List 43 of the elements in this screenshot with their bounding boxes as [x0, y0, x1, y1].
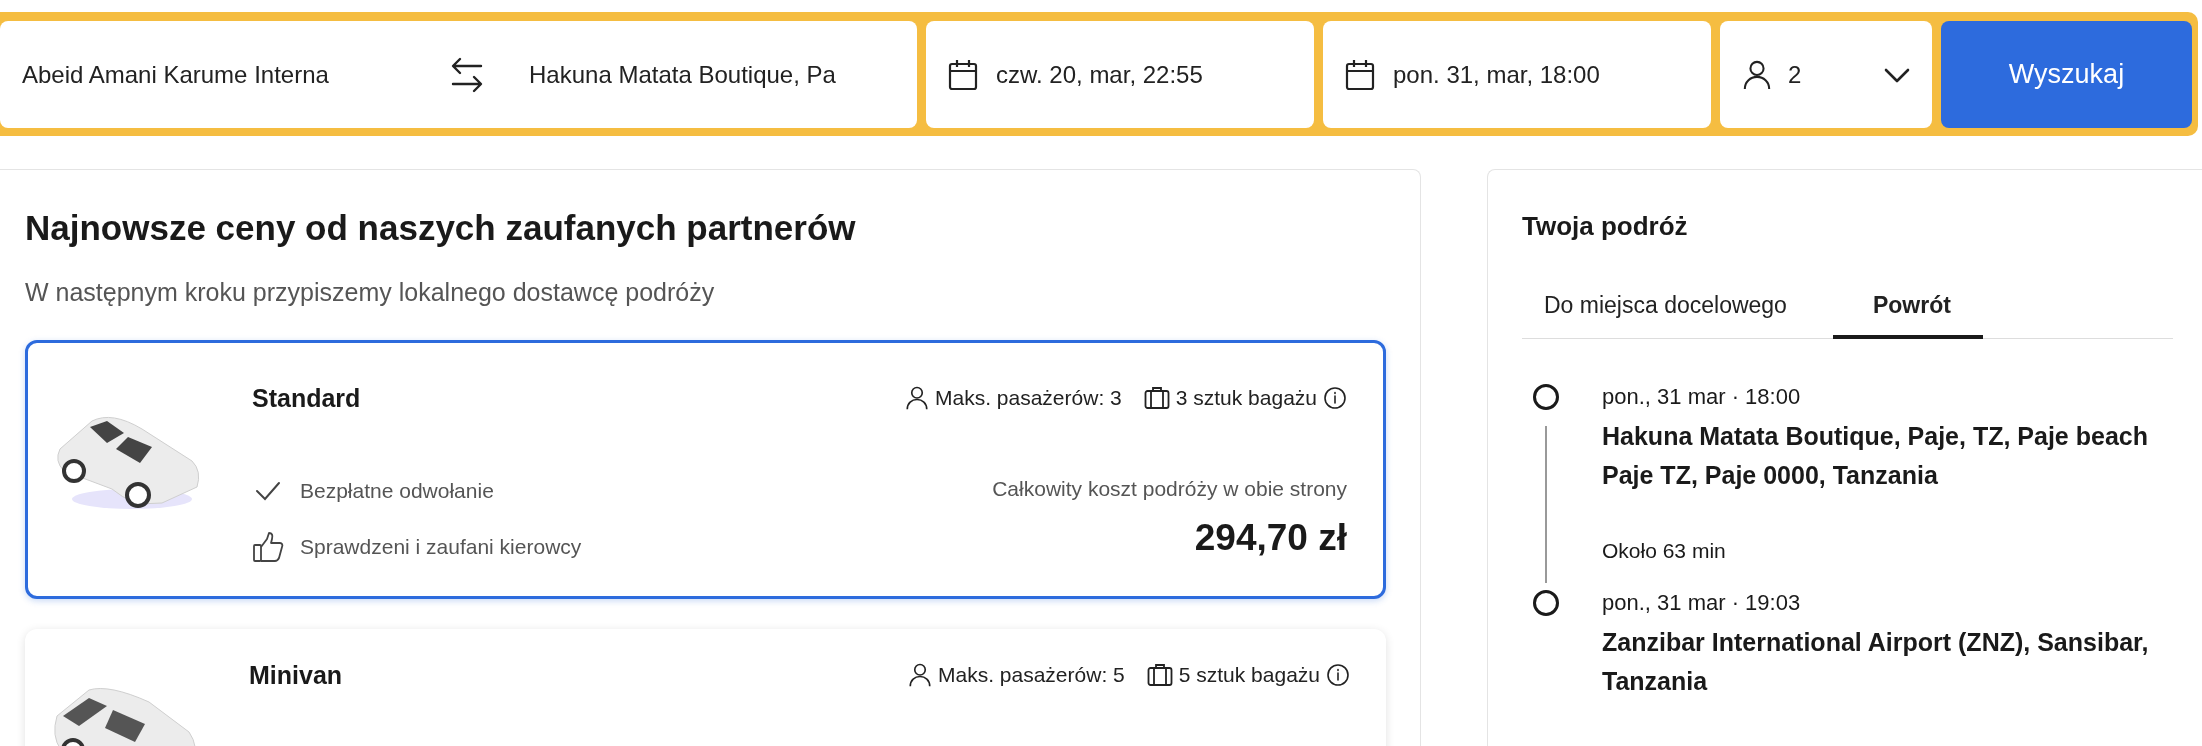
suitcase-icon	[1146, 663, 1173, 687]
luggage-count: 3 sztuk bagażu	[1175, 386, 1317, 410]
timeline-stop-icon	[1533, 590, 1559, 616]
vehicle-class: Standard	[252, 383, 361, 413]
results-subtitle: W następnym kroku przypiszemy lokalnego dostawcę podróży	[25, 277, 716, 308]
stop-place: Zanzibar International Airport (ZNZ), Sansibar, Tanzania	[1602, 627, 2150, 697]
feature-text: Sprawdzeni i zaufani kierowcy	[300, 535, 582, 559]
luggage-count: 5 sztuk bagażu	[1178, 663, 1320, 687]
max-passengers: Maks. pasażerów: 5	[938, 663, 1125, 687]
travel-duration: Około 63 min	[1602, 538, 1727, 564]
person-icon	[905, 386, 929, 410]
stop-time: pon., 31 mar · 19:03	[1602, 589, 1802, 617]
stop-place: Hakuna Matata Boutique, Paje, TZ, Paje beach Paje TZ, Paje 0000, Tanzania	[1602, 421, 2149, 491]
chevron-down-icon[interactable]	[1884, 66, 1910, 83]
return-date-field[interactable]: pon. 31, mar, 18:00	[1323, 21, 1711, 128]
stop-time: pon., 31 mar · 18:00	[1602, 383, 1802, 411]
info-icon[interactable]	[1323, 386, 1347, 410]
person-icon	[1742, 59, 1772, 90]
price: 294,70 zł	[1193, 517, 1347, 559]
search-button[interactable]: Wyszukaj	[1941, 21, 2192, 128]
trip-tab[interactable]: Powrót	[1832, 278, 1983, 339]
trip-tab[interactable]: Do miejsca docelowego	[1522, 278, 1819, 339]
max-passengers: Maks. pasażerów: 3	[935, 386, 1122, 410]
price-label: Całkowity koszt podróży w obie strony	[992, 477, 1347, 501]
passengers-dropdown[interactable]: 2	[1720, 21, 1932, 128]
suitcase-icon	[1143, 386, 1170, 410]
results-heading: Najnowsze ceny od naszych zaufanych partnerów	[25, 207, 857, 249]
check-icon	[255, 480, 281, 502]
trip-heading: Twoja podróż	[1522, 210, 1689, 243]
calendar-icon	[1345, 58, 1375, 91]
swap-icon[interactable]	[450, 56, 484, 93]
feature-text: Bezpłatne odwołanie	[300, 479, 494, 503]
offer-card[interactable]: Standard Maks. pasażerów: 3 3 sztuk bagażu Bezpłatne odwołanie Sprawdzeni i zaufani kierowcy Całkowity koszt podróży w obie strony 294,70 zł	[25, 340, 1386, 599]
thumbs-up-icon	[252, 531, 284, 563]
origin-field[interactable]: Abeid Amani Karume Interna	[22, 60, 329, 88]
outbound-date-field[interactable]: czw. 20, mar, 22:55	[926, 21, 1314, 128]
calendar-icon	[948, 58, 978, 91]
vehicle-class: Minivan	[249, 660, 343, 690]
person-icon	[908, 663, 932, 687]
destination-field[interactable]: Hakuna Matata Boutique, Pa	[529, 60, 836, 88]
info-icon[interactable]	[1326, 663, 1350, 687]
offer-card[interactable]: Minivan Maks. pasażerów: 5 5 sztuk bagażu	[25, 629, 1386, 746]
timeline-stop-icon	[1533, 384, 1559, 410]
